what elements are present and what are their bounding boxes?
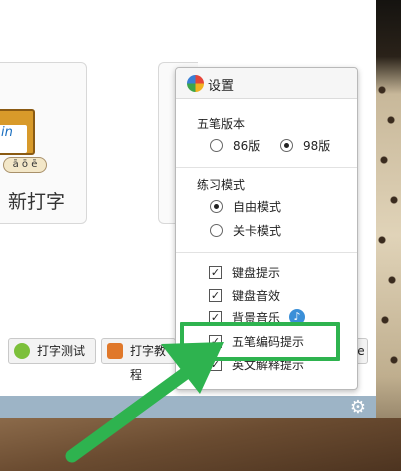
typing-tutorial-label: 打字教程: [130, 344, 167, 382]
checkbox-box[interactable]: ✓: [209, 266, 222, 279]
mode-section-label: 练习模式: [197, 178, 246, 192]
checkbox-box[interactable]: ✓: [209, 289, 222, 302]
radio-circle[interactable]: [210, 139, 223, 152]
card-new-typing[interactable]: in ā ō ē 新打字: [0, 62, 87, 224]
radio-label: 关卡模式: [233, 224, 282, 238]
checkbox-label: 键盘音效: [232, 289, 281, 303]
settings-header: 设置: [176, 68, 357, 99]
radio-label: 98版: [303, 139, 331, 153]
book-page: in: [0, 125, 27, 153]
radio-circle[interactable]: [210, 224, 223, 237]
pinwheel-icon: [187, 75, 204, 92]
book-cover: in: [0, 109, 35, 155]
gear-icon[interactable]: ⚙: [348, 398, 368, 418]
clock-icon: [14, 343, 30, 359]
pinyin-letters: ā ō ē: [3, 157, 47, 173]
settings-title: 设置: [208, 79, 235, 94]
radio-circle-selected[interactable]: [280, 139, 293, 152]
wallpaper-log: [0, 418, 401, 471]
wallpaper-leopard: [376, 0, 401, 471]
typing-test-button[interactable]: 打字测试: [8, 338, 96, 364]
radio-label: 自由模式: [233, 200, 282, 214]
divider: [176, 167, 357, 168]
highlight-box: [180, 322, 340, 361]
book-icon: in ā ō ē: [0, 103, 47, 173]
card-typing-label: 新打字: [7, 191, 65, 213]
radio-label: 86版: [233, 139, 261, 153]
version-section-label: 五笔版本: [197, 117, 246, 131]
typing-tutorial-button[interactable]: 打字教程: [101, 338, 176, 382]
status-bar: [0, 396, 376, 418]
checkbox-label: 键盘提示: [232, 266, 281, 280]
radio-circle-selected[interactable]: [210, 200, 223, 213]
divider: [176, 252, 357, 253]
typing-test-label: 打字测试: [37, 344, 86, 358]
book-small-icon: [107, 343, 123, 359]
